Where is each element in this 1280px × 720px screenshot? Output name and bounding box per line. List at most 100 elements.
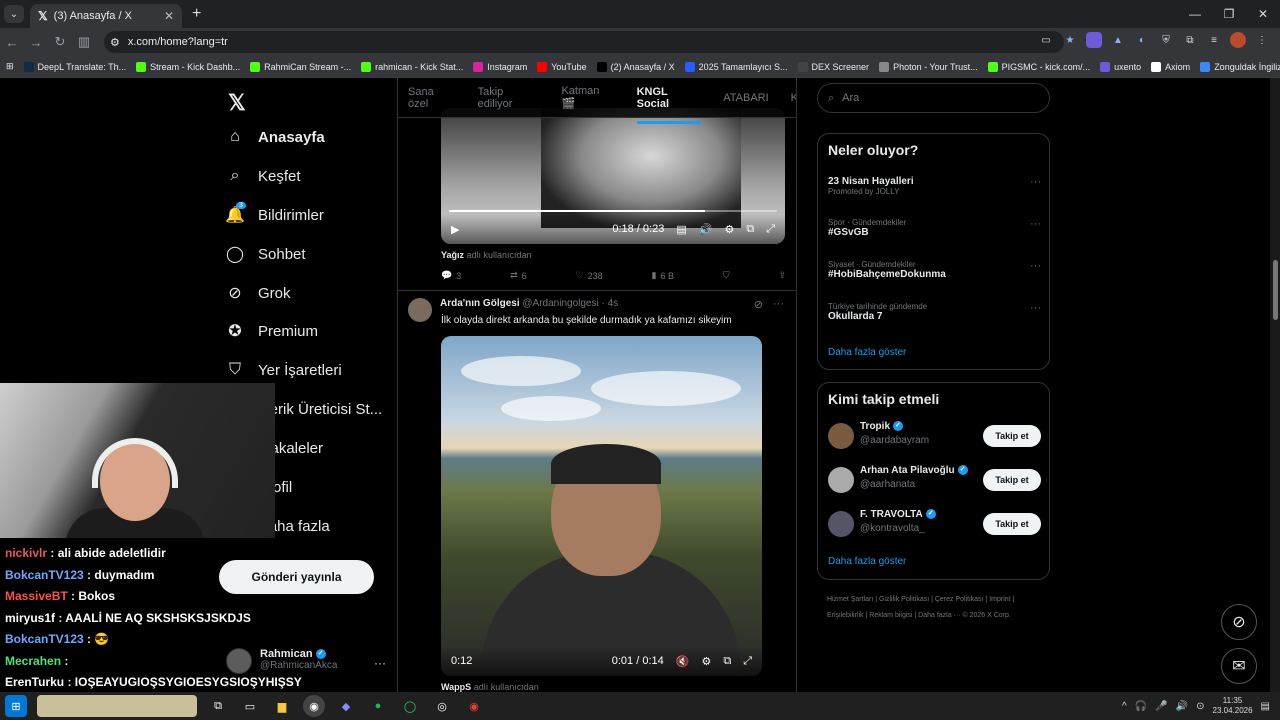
timeline-tab[interactable]: KNGL Social (636, 86, 702, 124)
tab-search-button[interactable]: ⌄ (4, 5, 24, 23)
chrome-icon[interactable]: ◉ (303, 695, 325, 717)
bookmark-item[interactable]: uxento (1100, 61, 1141, 72)
grok-icon[interactable]: ⊘ (754, 298, 763, 311)
post-author-name[interactable]: Arda'nın Gölgesi (440, 298, 520, 309)
maximize-button[interactable]: ❐ (1212, 7, 1246, 21)
mic-icon[interactable]: 🎤 (1155, 701, 1167, 712)
avatar[interactable] (828, 467, 854, 493)
grok-float-button[interactable]: ⊘ (1221, 604, 1257, 640)
video-player-2[interactable]: 0:12 0:01 / 0:14 🔇 ⚙ ⧉ ⤢ (441, 336, 762, 676)
nav-item-home[interactable]: ⌂ Anasayfa (226, 128, 325, 146)
pip-icon[interactable]: ⧉ (723, 655, 731, 668)
follow-show-more[interactable]: Daha fazla göster (828, 556, 906, 567)
timeline-tab[interactable]: Sana özel (408, 86, 456, 110)
star-icon[interactable]: ★ (1062, 32, 1078, 48)
explorer-app-icon[interactable]: ▭ (239, 695, 261, 717)
settings-icon[interactable]: ⚙ (724, 223, 734, 236)
new-tab-button[interactable]: + (192, 5, 201, 23)
weather-widget[interactable] (37, 695, 197, 717)
browser-tab[interactable]: 𝕏 (3) Anasayfa / X ✕ (30, 4, 182, 28)
video-player-1[interactable]: ▶ 0:18 / 0:23 ▤ 🔊 ⚙ ⧉ ⤢ (441, 108, 785, 244)
bookmark-item[interactable]: Zonguldak İngilizce... (1200, 61, 1280, 72)
settings-icon[interactable]: ⚙ (701, 655, 711, 668)
follow-button[interactable]: Takip et (983, 469, 1041, 491)
discord-icon[interactable]: ◆ (335, 695, 357, 717)
reply-button[interactable]: 💬 3 (441, 270, 461, 281)
steam-icon[interactable]: ◎ (431, 695, 453, 717)
scrollbar-thumb[interactable] (1273, 260, 1278, 320)
nav-item-grok[interactable]: ⊘ Grok (226, 284, 290, 303)
nav-item-chat[interactable]: ◯ Sohbet (226, 245, 306, 264)
messages-float-button[interactable]: ✉ (1221, 648, 1257, 684)
bookmark-item[interactable]: PIGSMC - kick.com/... (987, 61, 1090, 72)
site-info-icon[interactable]: ⚙ (110, 36, 120, 49)
repost-button[interactable]: ⇄ 6 (510, 270, 527, 281)
avatar[interactable] (408, 298, 432, 322)
close-window-button[interactable]: ✕ (1246, 7, 1280, 21)
trend-item[interactable]: Türkiye tarihinde gündemde Okullarda 7 ··· (828, 302, 1041, 322)
split-view-icon[interactable]: ▥ (72, 34, 96, 50)
cast-icon[interactable]: ▭ (1038, 32, 1054, 48)
bookmark-item[interactable]: DeepL Translate: Th... (23, 61, 126, 72)
fullscreen-icon[interactable]: ⤢ (743, 655, 752, 668)
back-icon[interactable]: ← (0, 35, 24, 50)
reading-list-icon[interactable]: ≡ (1206, 32, 1222, 48)
x-logo[interactable]: 𝕏 (228, 90, 246, 116)
avatar[interactable] (828, 423, 854, 449)
post-author-handle[interactable]: @Ardaningolgesi (522, 298, 598, 309)
obs-icon[interactable]: ◉ (463, 695, 485, 717)
pip-icon[interactable]: ⧉ (746, 223, 754, 236)
follow-suggestion[interactable]: Tropik ✓ @aardabayram Takip et (828, 421, 1041, 453)
bookmark-item[interactable]: rahmican - Kick Stat... (361, 61, 463, 72)
extension-icon[interactable] (1086, 32, 1102, 48)
timeline-tab[interactable]: Katman 🎬 (561, 85, 614, 110)
suggestion-name-row[interactable]: Arhan Ata Pilavoğlu ✓ (860, 465, 968, 476)
share-button[interactable]: ⇪ (778, 270, 786, 281)
post-button[interactable]: Gönderi yayınla (219, 560, 374, 594)
forward-icon[interactable]: → (24, 35, 48, 50)
follow-button[interactable]: Takip et (983, 425, 1041, 447)
play-icon[interactable]: ▶ (451, 223, 459, 236)
avatar[interactable] (828, 511, 854, 537)
timeline-tab[interactable]: ATABARI (723, 92, 768, 104)
post-age[interactable]: · 4s (601, 298, 618, 309)
volume-icon[interactable]: 🔊 (1176, 701, 1188, 712)
trend-item[interactable]: 23 Nisan Hayalleri Promoted by JOLLY ··· (828, 176, 1041, 196)
attribution-user[interactable]: WappS (441, 682, 471, 692)
follow-suggestion[interactable]: F. TRAVOLTA ✓ @kontravolta_ Takip et (828, 509, 1041, 541)
more-icon[interactable]: ··· (1030, 302, 1041, 314)
bookmark-item[interactable]: Photon - Your Trust... (879, 61, 978, 72)
captions-icon[interactable]: ▤ (676, 223, 686, 236)
trends-show-more[interactable]: Daha fazla göster (828, 347, 906, 358)
menu-icon[interactable]: ⋮ (1254, 32, 1270, 48)
whatsapp-icon[interactable]: ◯ (399, 695, 421, 717)
scrollbar[interactable] (1270, 78, 1280, 692)
apps-icon[interactable]: ⊞ (6, 61, 14, 72)
bookmark-item[interactable]: Stream - Kick Dashb... (136, 61, 240, 72)
reload-icon[interactable]: ↻ (48, 34, 72, 50)
bookmark-item[interactable]: (2) Anasayfa / X (596, 61, 675, 72)
like-button[interactable]: ♡ 238 (576, 270, 603, 281)
bookmark-item[interactable]: YouTube (537, 61, 587, 72)
nav-item-search[interactable]: ⌕ Keşfet (226, 167, 301, 185)
bookmark-item[interactable]: DEX Screener (797, 61, 869, 72)
trend-item[interactable]: Spor · Gündemdekiler #GSvGB ··· (828, 218, 1041, 238)
extension-icon[interactable]: ▲ (1110, 32, 1126, 48)
footer-links[interactable]: Hizmet Şartları | Gizlilik Politikası | … (827, 592, 1042, 624)
profile-avatar-icon[interactable] (1230, 32, 1246, 48)
trend-item[interactable]: Siyaset · Gündemdekiler #HobiBahçemeDokun… (828, 260, 1041, 280)
attribution-user[interactable]: Yağız (441, 250, 464, 260)
close-tab-icon[interactable]: ✕ (164, 9, 174, 23)
views-button[interactable]: ▮ 6 B (651, 270, 673, 281)
follow-button[interactable]: Takip et (983, 513, 1041, 535)
start-icon[interactable]: ⊞ (5, 695, 27, 717)
more-icon[interactable]: ··· (1030, 176, 1041, 188)
fullscreen-icon[interactable]: ⤢ (766, 223, 775, 236)
suggestion-name-row[interactable]: F. TRAVOLTA ✓ (860, 509, 936, 520)
url-field[interactable]: ⚙ x.com/home?lang=tr (104, 31, 1064, 53)
nav-item-premium[interactable]: ✪ Premium (226, 322, 318, 341)
bookmark-item[interactable]: 2025 Tamamlayıcı S... (684, 61, 788, 72)
suggestion-name-row[interactable]: Tropik ✓ (860, 421, 904, 432)
more-icon[interactable]: ··· (1030, 260, 1041, 272)
folder-icon[interactable]: ▆ (271, 695, 293, 717)
